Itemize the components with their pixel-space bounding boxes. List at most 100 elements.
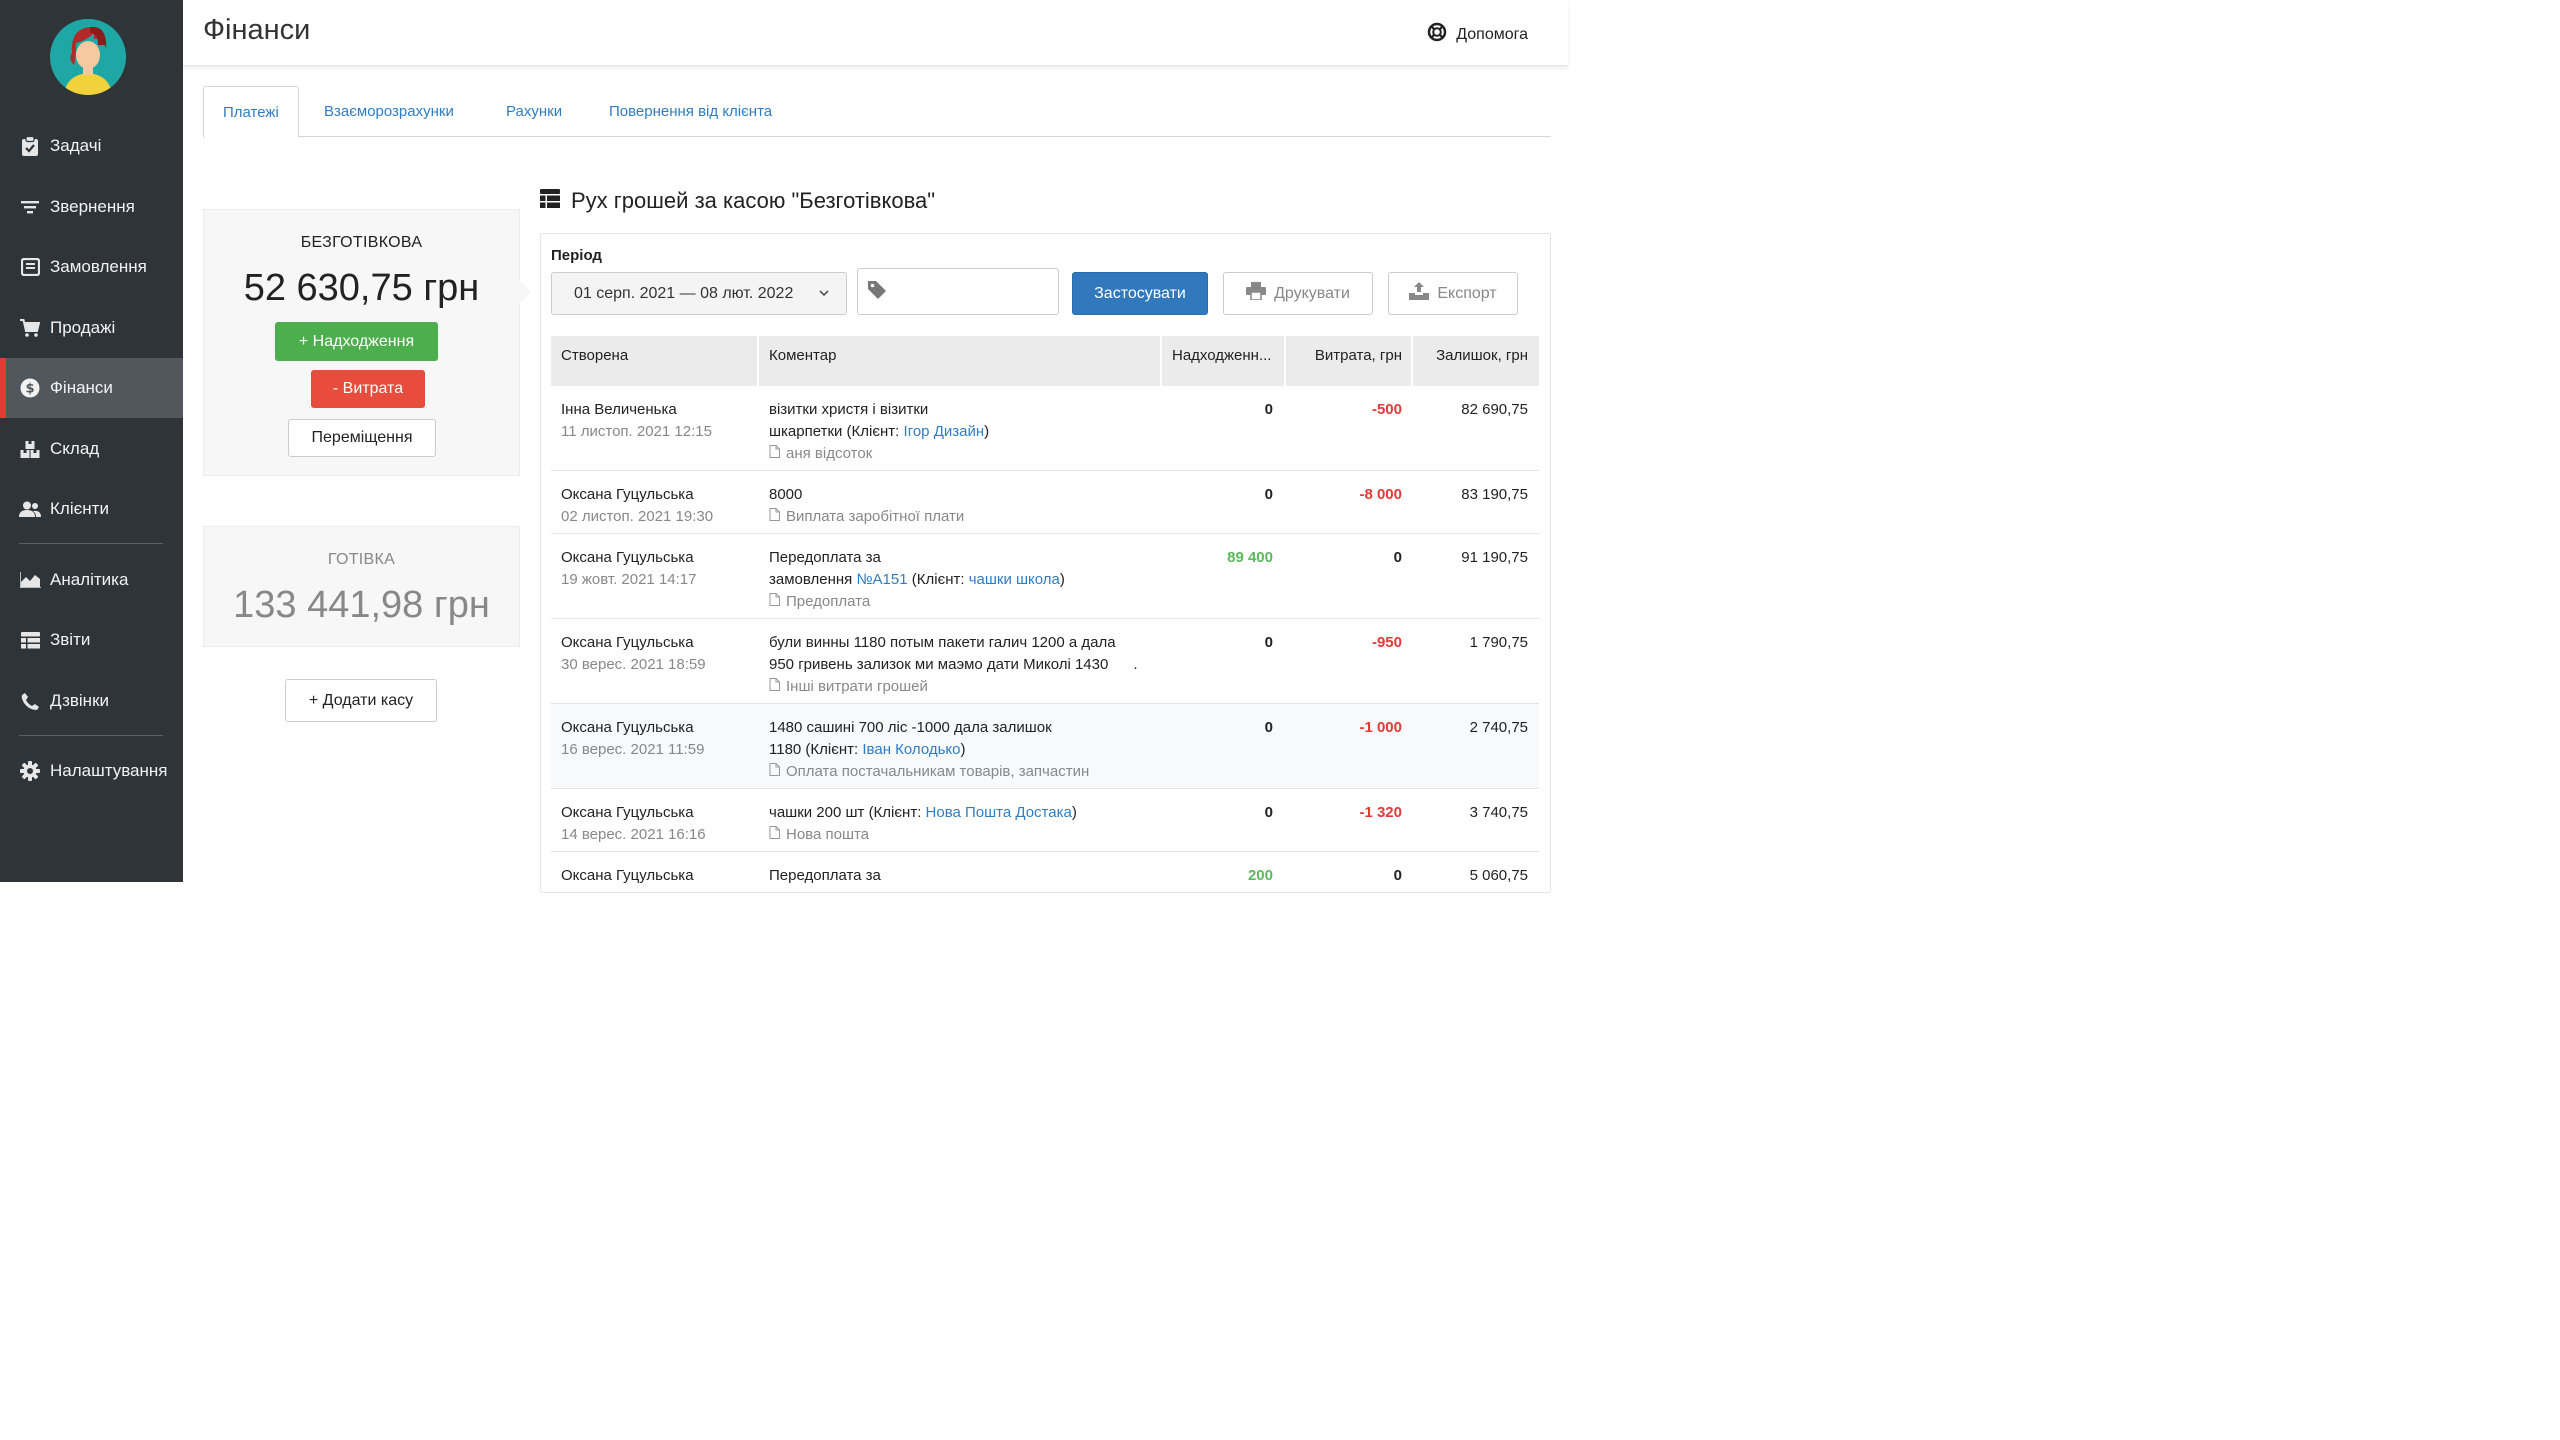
column-header-expense[interactable]: Витрата, грн	[1315, 336, 1402, 386]
sidebar-item-label: Аналітика	[50, 570, 129, 589]
document-icon	[769, 824, 780, 846]
sidebar-item-warehouse[interactable]: Склад	[0, 419, 183, 479]
row-author: Оксана Гуцульська 02 листоп. 2021 19:30	[561, 484, 713, 528]
tab-client-returns[interactable]: Повернення від клієнта	[609, 86, 772, 137]
row-date: 16 верес. 2021 11:59	[561, 741, 705, 758]
add-income-button[interactable]: + Надходження	[275, 322, 438, 361]
row-balance: 1 790,75	[1469, 634, 1528, 651]
sidebar-item-calls[interactable]: Дзвінки	[0, 671, 183, 731]
filter-icon	[19, 196, 41, 218]
sidebar-item-requests[interactable]: Звернення	[0, 177, 183, 237]
gear-icon	[19, 760, 41, 782]
phone-icon	[19, 690, 41, 712]
tab-settlements[interactable]: Взаєморозрахунки	[324, 86, 454, 137]
sidebar-item-sales[interactable]: Продажі	[0, 298, 183, 358]
help-label: Допомога	[1456, 25, 1528, 43]
client-link[interactable]: Іван Колодько	[862, 741, 960, 758]
add-cashbox-button[interactable]: + Додати касу	[285, 679, 437, 722]
apply-button[interactable]: Застосувати	[1072, 272, 1208, 315]
sidebar-divider	[19, 543, 163, 544]
help-link[interactable]: Допомога	[1427, 22, 1528, 47]
sidebar-item-label: Замовлення	[50, 257, 147, 276]
table-row[interactable]: Оксана Гуцульська 14 верес. 2021 16:16 ч…	[551, 789, 1539, 852]
clipboard-check-icon	[19, 135, 41, 157]
tag-filter-input[interactable]	[857, 268, 1059, 315]
print-label: Друкувати	[1274, 284, 1350, 302]
row-category: аня відсоток	[769, 443, 1159, 465]
table-row[interactable]: Оксана Гуцульська 02 листоп. 2021 19:30 …	[551, 471, 1539, 534]
table-row[interactable]: Оксана Гуцульська 16 верес. 2021 11:59 1…	[551, 704, 1539, 789]
row-expense: -950	[1371, 634, 1402, 651]
order-link[interactable]: №А151	[856, 571, 907, 588]
column-header-created[interactable]: Створена	[561, 336, 628, 386]
tab-invoices[interactable]: Рахунки	[506, 86, 562, 137]
row-expense: -8 000	[1359, 486, 1402, 503]
table-row[interactable]: Інна Величенька 11 листоп. 2021 12:15 ві…	[551, 386, 1539, 471]
cashbox-card-noncash[interactable]: БЕЗГОТІВКОВА 52 630,75 грн + Надходження…	[203, 209, 531, 476]
period-select[interactable]: 01 серп. 2021 — 08 лют. 2022	[551, 272, 847, 315]
column-header-comment[interactable]: Коментар	[769, 336, 836, 386]
row-comment: візитки христя і візитки шкарпетки (Кліє…	[769, 399, 1159, 465]
sidebar-item-settings[interactable]: Налаштування	[0, 741, 183, 801]
sidebar-item-label: Налаштування	[50, 761, 168, 780]
sidebar-item-label: Дзвінки	[50, 691, 110, 710]
print-button[interactable]: Друкувати	[1223, 272, 1373, 315]
row-balance: 82 690,75	[1461, 401, 1528, 418]
row-author: Оксана Гуцульська 14 верес. 2021 16:16	[561, 802, 706, 846]
sidebar-item-finance[interactable]: $ Фінанси	[0, 358, 183, 418]
users-icon	[19, 498, 41, 520]
row-comment: 1480 сашині 700 ліс -1000 дала залишок 1…	[769, 717, 1169, 783]
row-date: 11 листоп. 2021 12:15	[561, 423, 712, 440]
row-author: Оксана Гуцульська 16 верес. 2021 11:59	[561, 717, 704, 761]
row-author: Оксана Гуцульська 19 жовт. 2021 14:17	[561, 547, 696, 591]
row-category: Виплата заробітної плати	[769, 506, 1159, 528]
tab-payments[interactable]: Платежі	[203, 86, 299, 138]
sidebar-item-label: Фінанси	[50, 378, 113, 397]
sidebar-item-label: Склад	[50, 439, 100, 458]
sidebar-item-orders[interactable]: Замовлення	[0, 237, 183, 297]
sidebar-item-tasks[interactable]: Задачі	[0, 116, 183, 176]
sidebar-item-clients[interactable]: Клієнти	[0, 479, 183, 539]
sidebar-item-label: Клієнти	[50, 499, 109, 518]
period-value: 01 серп. 2021 — 08 лют. 2022	[574, 284, 794, 302]
sidebar-item-reports[interactable]: Звіти	[0, 610, 183, 670]
table-header: Створена Коментар Надходженн... Витрата,…	[551, 336, 1539, 386]
export-icon	[1409, 282, 1430, 305]
boxes-icon	[19, 438, 41, 460]
printer-icon	[1246, 282, 1267, 305]
document-icon	[769, 761, 780, 783]
document-icon	[769, 676, 780, 698]
row-category: Предоплата	[769, 591, 1159, 613]
document-icon	[769, 591, 780, 613]
table-row[interactable]: Оксана Гуцульська 19 жовт. 2021 14:17 Пе…	[551, 534, 1539, 619]
cashbox-card-cash[interactable]: ГОТІВКА 133 441,98 грн	[203, 526, 520, 647]
transfer-button[interactable]: Переміщення	[288, 419, 436, 457]
row-expense: -1 000	[1359, 719, 1402, 736]
table-icon	[540, 188, 560, 214]
order-icon	[19, 256, 41, 278]
page-title: Фінанси	[203, 14, 311, 46]
column-header-income[interactable]: Надходженн...	[1172, 336, 1271, 386]
area-chart-icon	[19, 569, 41, 591]
client-link[interactable]: Нова Пошта Достака	[926, 804, 1072, 821]
export-label: Експорт	[1437, 284, 1497, 302]
client-link[interactable]: чашки школа	[969, 571, 1060, 588]
table-row[interactable]: Оксана Гуцульська Передоплата за 200 0 5…	[551, 852, 1539, 884]
sidebar-item-label: Продажі	[50, 318, 116, 337]
table-row[interactable]: Оксана Гуцульська 30 верес. 2021 18:59 б…	[551, 619, 1539, 704]
chevron-down-icon	[818, 286, 830, 304]
row-expense: -500	[1371, 401, 1402, 418]
avatar[interactable]	[50, 19, 126, 95]
tag-icon	[866, 279, 888, 306]
row-category: Нова пошта	[769, 824, 1159, 846]
row-author: Інна Величенька 11 листоп. 2021 12:15	[561, 399, 712, 443]
add-expense-button[interactable]: - Витрата	[311, 370, 425, 408]
row-date: 02 листоп. 2021 19:30	[561, 508, 714, 525]
column-header-balance[interactable]: Залишок, грн	[1436, 336, 1528, 386]
row-category: Інші витрати грошей	[769, 676, 1169, 698]
sidebar-item-analytics[interactable]: Аналітика	[0, 550, 183, 610]
export-button[interactable]: Експорт	[1388, 272, 1518, 315]
client-link[interactable]: Ігор Дизайн	[904, 423, 985, 440]
row-income: 89 400	[1227, 549, 1273, 566]
row-income: 0	[1264, 719, 1273, 736]
